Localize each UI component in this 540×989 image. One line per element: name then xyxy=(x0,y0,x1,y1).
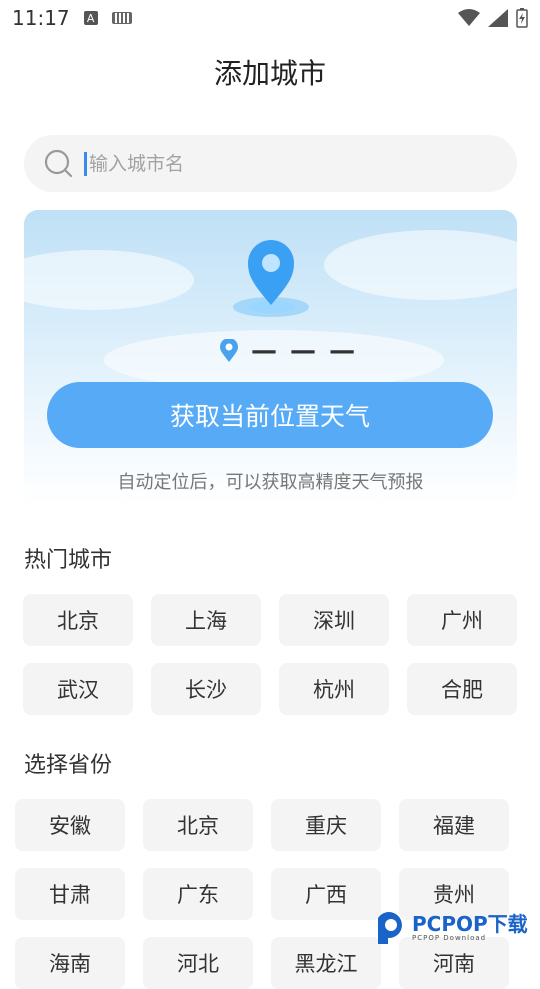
status-bar: 11:17 A xyxy=(0,0,540,36)
watermark: PCPOP下载 PCPOP Download xyxy=(374,910,528,946)
hot-cities-grid: 北京 上海 深圳 广州 武汉 长沙 杭州 合肥 xyxy=(23,594,517,715)
cloud-decoration xyxy=(324,230,517,300)
province-chip[interactable]: 甘肃 xyxy=(15,868,125,920)
province-chip[interactable]: 北京 xyxy=(143,799,253,851)
city-chip[interactable]: 上海 xyxy=(151,594,261,646)
get-location-weather-button[interactable]: 获取当前位置天气 xyxy=(47,382,493,448)
status-left: 11:17 A xyxy=(12,6,132,30)
provinces-grid: 安徽 北京 重庆 福建 甘肃 广东 广西 贵州 海南 河北 黑龙江 河南 xyxy=(15,799,509,989)
pcpop-logo-icon xyxy=(378,912,402,944)
province-chip[interactable]: 安徽 xyxy=(15,799,125,851)
city-chip[interactable]: 武汉 xyxy=(23,663,133,715)
page-title: 添加城市 xyxy=(213,57,326,90)
battery-icon xyxy=(516,8,528,28)
province-chip[interactable]: 河北 xyxy=(143,937,253,989)
location-hint: 自动定位后，可以获取高精度天气预报 xyxy=(117,472,424,493)
provinces-title: 选择省份 xyxy=(24,753,113,778)
current-location-text: — — — xyxy=(251,336,358,366)
search-icon xyxy=(44,149,73,177)
city-chip[interactable]: 合肥 xyxy=(407,663,517,715)
status-time: 11:17 xyxy=(12,6,70,30)
hot-cities-title: 热门城市 xyxy=(24,548,113,573)
text-input-icon: A xyxy=(83,11,98,25)
city-chip[interactable]: 北京 xyxy=(23,594,133,646)
small-pin-icon xyxy=(220,339,238,362)
keyboard-icon xyxy=(111,12,132,24)
province-chip[interactable]: 海南 xyxy=(15,937,125,989)
cloud-decoration xyxy=(24,250,194,310)
wifi-icon xyxy=(458,9,480,26)
city-chip[interactable]: 深圳 xyxy=(279,594,389,646)
search-input[interactable] xyxy=(84,151,471,176)
city-chip[interactable]: 长沙 xyxy=(151,663,261,715)
province-chip[interactable]: 广东 xyxy=(143,868,253,920)
current-location-row: — — — xyxy=(219,336,357,366)
province-chip[interactable]: 广西 xyxy=(271,868,381,920)
province-chip[interactable]: 福建 xyxy=(399,799,509,851)
search-bar[interactable] xyxy=(24,135,517,192)
location-pin-icon xyxy=(233,240,309,317)
province-chip[interactable]: 重庆 xyxy=(271,799,381,851)
watermark-text: PCPOP下载 PCPOP Download xyxy=(412,914,528,942)
city-chip[interactable]: 杭州 xyxy=(279,663,389,715)
location-card: — — — 获取当前位置天气 自动定位后，可以获取高精度天气预报 xyxy=(24,210,517,506)
province-chip[interactable]: 黑龙江 xyxy=(271,937,381,989)
status-right xyxy=(458,8,528,28)
watermark-name: PCPOP下载 xyxy=(412,912,528,936)
city-chip[interactable]: 广州 xyxy=(407,594,517,646)
signal-icon xyxy=(488,9,508,27)
